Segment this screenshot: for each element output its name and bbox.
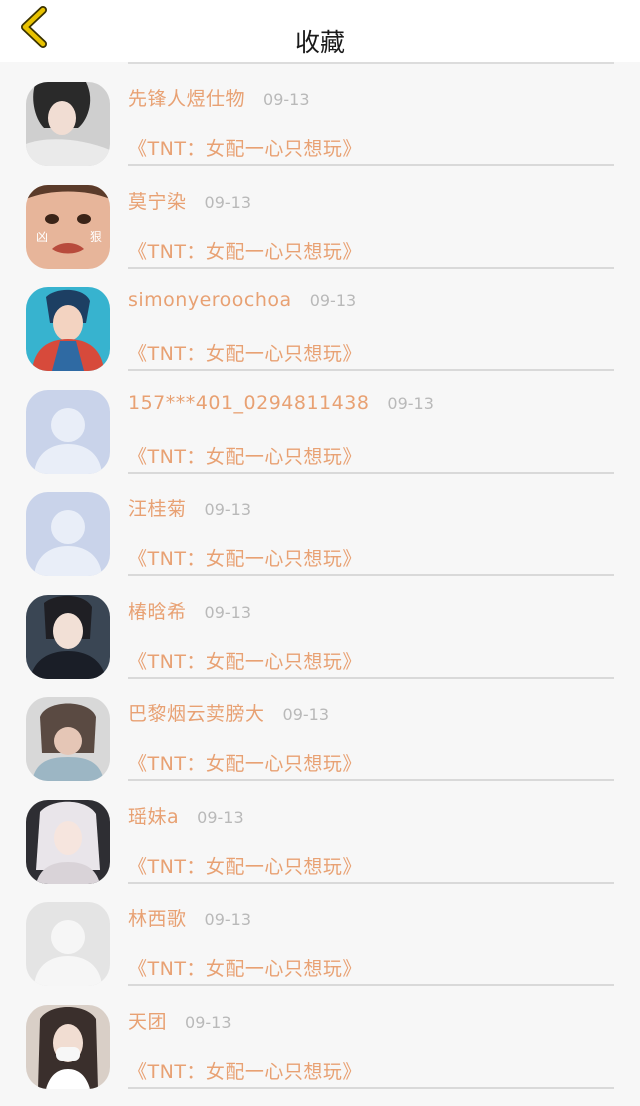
timestamp: 09-13 bbox=[282, 705, 330, 724]
avatar[interactable] bbox=[26, 697, 110, 781]
avatar[interactable] bbox=[26, 287, 110, 371]
timestamp: 09-13 bbox=[204, 500, 252, 519]
user-name[interactable]: 先锋人煜仕物 bbox=[128, 84, 245, 111]
svg-text:凶: 凶 bbox=[36, 230, 48, 244]
avatar[interactable] bbox=[26, 82, 110, 166]
user-name[interactable]: 莫宁染 bbox=[128, 187, 187, 214]
book-title[interactable]: 《TNT：女配一心只想玩》 bbox=[128, 237, 362, 264]
avatar[interactable]: 凶 狠 bbox=[26, 184, 110, 269]
avatar[interactable] bbox=[26, 799, 110, 884]
book-title[interactable]: 《TNT：女配一心只想玩》 bbox=[128, 852, 362, 879]
timestamp: 09-13 bbox=[204, 602, 252, 622]
avatar[interactable] bbox=[26, 1004, 110, 1089]
avatar[interactable] bbox=[26, 594, 110, 679]
user-name[interactable]: 汪桂菊 bbox=[128, 494, 187, 521]
book-title[interactable]: 《TNT：女配一心只想玩》 bbox=[128, 442, 362, 469]
avatar[interactable] bbox=[26, 902, 110, 986]
book-title[interactable]: 《TNT：女配一心只想玩》 bbox=[128, 544, 362, 571]
book-title[interactable]: 《TNT：女配一心只想玩》 bbox=[128, 749, 362, 776]
page-title: 收藏 bbox=[294, 28, 345, 57]
list-item[interactable]: simonyeroochoa 09-13 《TNT：女配一心只想玩》 bbox=[0, 267, 640, 371]
name-line: 椿晗希 09-13 bbox=[128, 597, 251, 627]
name-line: 先锋人煜仕物 09-13 bbox=[128, 84, 310, 114]
list-item[interactable]: 椿晗希 09-13 《TNT：女配一心只想玩》 bbox=[0, 575, 640, 679]
list-item[interactable]: 157***401_0294811438 09-13 《TNT：女配一心只想玩》 bbox=[0, 370, 640, 474]
book-title[interactable]: 《TNT：女配一心只想玩》 bbox=[128, 954, 362, 981]
list-item[interactable]: 汪桂菊 09-13 《TNT：女配一心只想玩》 bbox=[0, 472, 640, 576]
timestamp: 09-13 bbox=[309, 291, 357, 310]
book-title[interactable]: 《TNT：女配一心只想玩》 bbox=[128, 1057, 362, 1084]
name-line: 天团 09-13 bbox=[128, 1007, 232, 1037]
name-line: 林西歌 09-13 bbox=[128, 904, 251, 934]
avatar[interactable] bbox=[26, 492, 110, 576]
name-line: 157***401_0294811438 09-13 bbox=[128, 392, 434, 422]
name-line: 莫宁染 09-13 bbox=[128, 187, 251, 217]
user-name[interactable]: 157***401_0294811438 bbox=[128, 392, 369, 414]
book-title[interactable]: 《TNT：女配一心只想玩》 bbox=[128, 339, 362, 366]
name-line: 瑶妹a 09-13 bbox=[128, 802, 244, 832]
user-name[interactable]: 林西歌 bbox=[128, 904, 187, 931]
user-name[interactable]: 巴黎烟云荬膀大 bbox=[128, 699, 265, 726]
user-name[interactable]: simonyeroochoa bbox=[128, 289, 292, 311]
divider bbox=[128, 62, 614, 64]
timestamp: 09-13 bbox=[197, 807, 244, 827]
favorites-list: 先锋人煜仕物 09-13 《TNT：女配一心只想玩》 凶 狠 莫宁染 09-13… bbox=[0, 62, 640, 1089]
list-item[interactable]: 林西歌 09-13 《TNT：女配一心只想玩》 bbox=[0, 882, 640, 986]
avatar[interactable] bbox=[26, 389, 110, 474]
timestamp: 09-13 bbox=[185, 1012, 232, 1032]
list-item[interactable]: 凶 狠 莫宁染 09-13 《TNT：女配一心只想玩》 bbox=[0, 165, 640, 269]
timestamp: 09-13 bbox=[204, 192, 252, 212]
name-line: 汪桂菊 09-13 bbox=[128, 494, 251, 524]
svg-text:狠: 狠 bbox=[90, 230, 102, 244]
user-name[interactable]: 天团 bbox=[128, 1007, 167, 1034]
list-item[interactable]: 巴黎烟云荬膀大 09-13 《TNT：女配一心只想玩》 bbox=[0, 677, 640, 781]
timestamp: 09-13 bbox=[387, 393, 434, 413]
list-item[interactable]: 先锋人煜仕物 09-13 《TNT：女配一心只想玩》 bbox=[0, 62, 640, 166]
list-item[interactable]: 瑶妹a 09-13 《TNT：女配一心只想玩》 bbox=[0, 780, 640, 884]
list-item[interactable]: 天团 09-13 《TNT：女配一心只想玩》 bbox=[0, 985, 640, 1089]
user-name[interactable]: 瑶妹a bbox=[128, 802, 179, 829]
timestamp: 09-13 bbox=[204, 910, 252, 929]
user-name[interactable]: 椿晗希 bbox=[128, 597, 187, 624]
nav-header: 收藏 bbox=[0, 0, 640, 62]
book-title[interactable]: 《TNT：女配一心只想玩》 bbox=[128, 134, 362, 161]
timestamp: 09-13 bbox=[263, 90, 310, 109]
divider bbox=[128, 1086, 614, 1089]
name-line: simonyeroochoa 09-13 bbox=[128, 289, 356, 319]
book-title[interactable]: 《TNT：女配一心只想玩》 bbox=[128, 647, 362, 674]
name-line: 巴黎烟云荬膀大 09-13 bbox=[128, 699, 329, 729]
